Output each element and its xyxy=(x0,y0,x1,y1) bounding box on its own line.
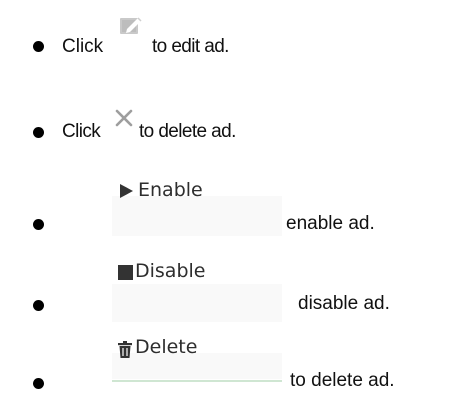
close-icon[interactable] xyxy=(113,107,135,129)
bullet xyxy=(33,41,44,52)
item-1-suffix: to edit ad. xyxy=(152,36,229,57)
enable-button-label[interactable]: Enable xyxy=(138,179,203,201)
delete-button-label[interactable]: Delete xyxy=(135,336,197,358)
button-background xyxy=(112,196,282,236)
item-2-prefix: Click xyxy=(62,121,101,142)
bullet xyxy=(33,219,44,230)
item-2-suffix: to delete ad. xyxy=(139,121,236,142)
trash-icon xyxy=(118,341,132,358)
item-5-suffix: to delete ad. xyxy=(290,370,395,391)
edit-icon[interactable] xyxy=(117,14,145,38)
bullet xyxy=(33,378,44,389)
bullet xyxy=(33,127,44,138)
bullet xyxy=(33,300,44,311)
item-1-prefix: Click xyxy=(62,36,104,57)
button-underline xyxy=(112,380,282,382)
button-background xyxy=(112,284,282,322)
item-4-suffix: disable ad. xyxy=(298,293,390,314)
item-3-suffix: enable ad. xyxy=(286,213,375,234)
stop-square-icon xyxy=(118,265,133,280)
play-icon xyxy=(120,184,133,198)
disable-button-label[interactable]: Disable xyxy=(135,260,205,282)
